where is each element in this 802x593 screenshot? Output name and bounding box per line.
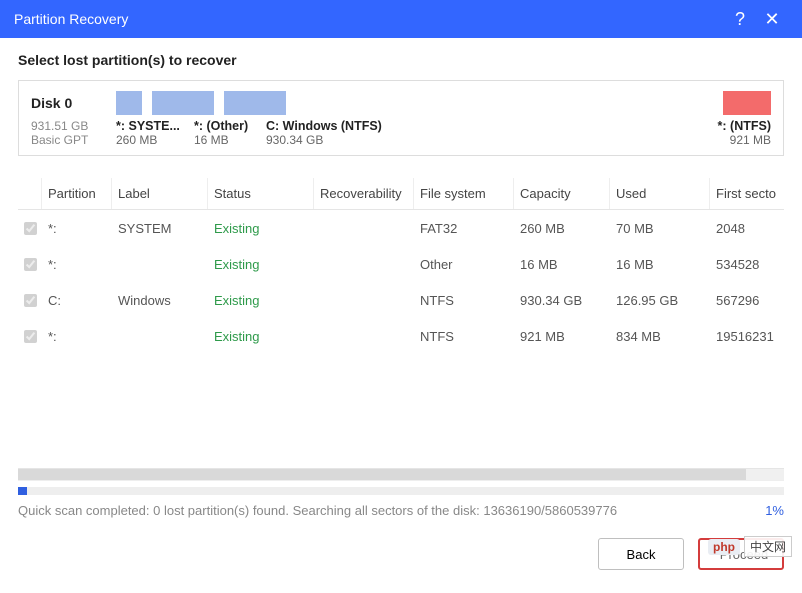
cell-filesystem: NTFS (414, 293, 514, 308)
partition-summary-3: C: Windows (NTFS) 930.34 GB (266, 119, 711, 147)
row-checkbox[interactable] (24, 222, 37, 235)
row-checkbox[interactable] (24, 330, 37, 343)
cell-capacity: 260 MB (514, 221, 610, 236)
disk-meta: 931.51 GB Basic GPT (31, 119, 106, 147)
disk-name: Disk 0 (31, 95, 106, 111)
partition-summary-2: *: (Other) 16 MB (194, 119, 266, 147)
cell-partition: *: (42, 257, 112, 272)
header-status[interactable]: Status (208, 178, 314, 209)
help-icon[interactable]: ? (724, 9, 756, 30)
partition-bar-windows[interactable] (224, 91, 286, 115)
cell-partition: *: (42, 221, 112, 236)
progress-bar-fill (18, 487, 27, 495)
content-area: Select lost partition(s) to recover Disk… (0, 38, 802, 518)
status-text: Quick scan completed: 0 lost partition(s… (18, 503, 765, 518)
cell-used: 70 MB (610, 221, 710, 236)
horizontal-scrollbar-thumb[interactable] (18, 469, 746, 480)
cell-partition: C: (42, 293, 112, 308)
table-header-row: Partition Label Status Recoverability Fi… (18, 178, 784, 210)
cell-label: SYSTEM (112, 221, 208, 236)
cell-filesystem: FAT32 (414, 221, 514, 236)
header-used[interactable]: Used (610, 178, 710, 209)
header-checkbox (18, 178, 42, 209)
partition-bar-system[interactable] (116, 91, 142, 115)
cell-used: 16 MB (610, 257, 710, 272)
titlebar: Partition Recovery ? ✕ (0, 0, 802, 38)
cell-status: Existing (208, 257, 314, 272)
cell-status: Existing (208, 221, 314, 236)
close-icon[interactable]: ✕ (756, 9, 788, 30)
header-capacity[interactable]: Capacity (514, 178, 610, 209)
row-checkbox[interactable] (24, 294, 37, 307)
table-body: *:SYSTEMExistingFAT32260 MB70 MB2048*:Ex… (18, 210, 784, 466)
header-label[interactable]: Label (112, 178, 208, 209)
disk-type: Basic GPT (31, 133, 106, 147)
status-percent: 1% (765, 503, 784, 518)
cell-first-sector: 534528 (710, 257, 782, 272)
button-row: Back Proceed (0, 518, 802, 584)
page-heading: Select lost partition(s) to recover (18, 52, 784, 68)
cell-capacity: 930.34 GB (514, 293, 610, 308)
cell-capacity: 16 MB (514, 257, 610, 272)
disk-size: 931.51 GB (31, 119, 106, 133)
cell-first-sector: 2048 (710, 221, 782, 236)
header-first-sector[interactable]: First secto (710, 178, 782, 209)
header-partition[interactable]: Partition (42, 178, 112, 209)
table-row[interactable]: *:ExistingOther16 MB16 MB534528 (18, 246, 784, 282)
table-row[interactable]: *:SYSTEMExisting FAT32260 MB70 MB2048 (18, 210, 784, 246)
cell-first-sector: 567296 (710, 293, 782, 308)
row-checkbox[interactable] (24, 258, 37, 271)
partition-table: Partition Label Status Recoverability Fi… (18, 178, 784, 481)
cell-label: Windows (112, 293, 208, 308)
partition-bar-other[interactable] (152, 91, 214, 115)
proceed-button[interactable]: Proceed (698, 538, 784, 570)
cell-status: Existing (208, 329, 314, 344)
horizontal-scrollbar[interactable] (18, 468, 784, 480)
disk-info: Disk 0 (31, 95, 106, 111)
cell-status: Existing (208, 293, 314, 308)
header-filesystem[interactable]: File system (414, 178, 514, 209)
table-row[interactable]: *: Existing NTFS921 MB834 MB19516231 (18, 318, 784, 354)
table-row[interactable]: C:WindowsExisting NTFS930.34 GB126.95 GB5… (18, 282, 784, 318)
cell-used: 834 MB (610, 329, 710, 344)
back-button[interactable]: Back (598, 538, 684, 570)
status-line: Quick scan completed: 0 lost partition(s… (18, 503, 784, 518)
cell-used: 126.95 GB (610, 293, 710, 308)
progress-bar (18, 487, 784, 495)
header-recoverability[interactable]: Recoverability (314, 178, 414, 209)
cell-filesystem: Other (414, 257, 514, 272)
cell-first-sector: 19516231 (710, 329, 782, 344)
cell-partition: *: (42, 329, 112, 344)
partition-bar-ntfs[interactable] (723, 91, 771, 115)
window-title: Partition Recovery (14, 11, 724, 27)
partition-summary-1: *: SYSTE... 260 MB (116, 119, 194, 147)
disk-summary: Disk 0 931.51 GB Basic GPT *: SYSTE... 2… (18, 80, 784, 156)
cell-filesystem: NTFS (414, 329, 514, 344)
partition-summary-4: *: (NTFS) 921 MB (711, 119, 771, 147)
cell-capacity: 921 MB (514, 329, 610, 344)
